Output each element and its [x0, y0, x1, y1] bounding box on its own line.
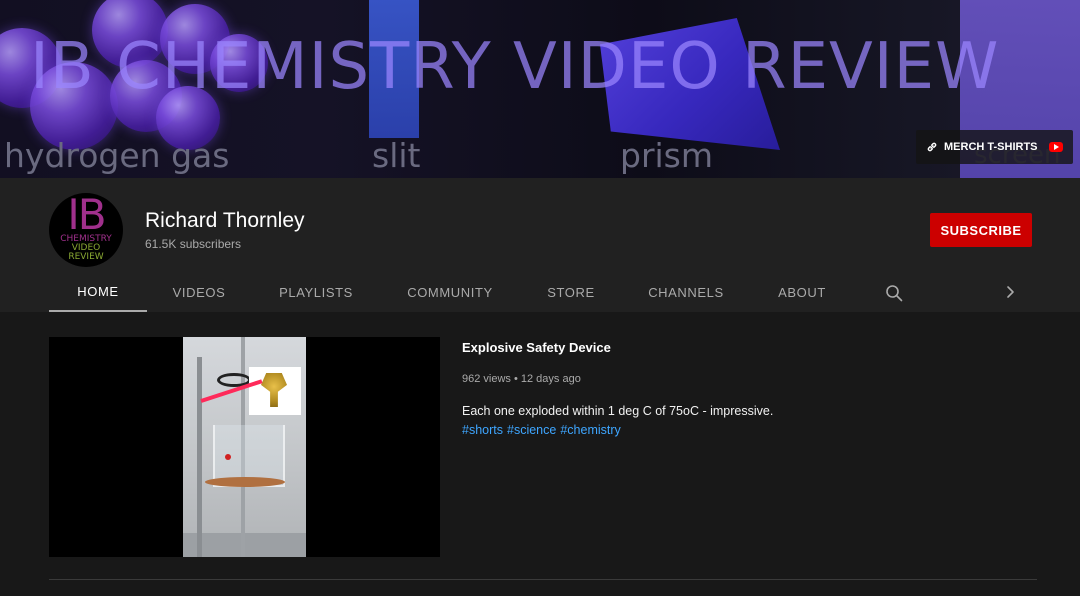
- video-meta: 962 views • 12 days ago: [462, 373, 581, 385]
- tab-channels[interactable]: CHANNELS: [633, 272, 739, 312]
- channel-banner: IB CHEMISTRY VIDEO REVIEW hydrogen gas s…: [0, 0, 1080, 178]
- channel-name: Richard Thornley: [145, 209, 305, 232]
- video-thumbnail: [183, 337, 306, 557]
- banner-label-prism: prism: [620, 136, 714, 175]
- youtube-icon: [1049, 142, 1063, 152]
- section-divider: [49, 579, 1037, 580]
- channel-header: IB CHEMISTRY VIDEO REVIEW Richard Thornl…: [0, 178, 1080, 312]
- tab-home[interactable]: HOME: [49, 272, 147, 312]
- featured-video-section: Explosive Safety Device 962 views • 12 d…: [0, 312, 1080, 596]
- banner-label-hydrogen: hydrogen gas: [4, 136, 230, 175]
- hashtag-link[interactable]: #chemistry: [560, 423, 620, 437]
- chevron-right-icon[interactable]: [1002, 284, 1018, 300]
- tab-community[interactable]: COMMUNITY: [391, 272, 509, 312]
- hashtag-link[interactable]: #science: [507, 423, 556, 437]
- video-hashtags: #shorts #science #chemistry: [462, 423, 625, 437]
- sprinkler-head-image: [261, 373, 287, 407]
- tab-videos[interactable]: VIDEOS: [155, 272, 243, 312]
- video-title[interactable]: Explosive Safety Device: [462, 340, 611, 355]
- channel-tabs: HOME VIDEOS PLAYLISTS COMMUNITY STORE CH…: [49, 272, 1049, 312]
- channel-avatar[interactable]: IB CHEMISTRY VIDEO REVIEW: [49, 193, 123, 267]
- video-description: Each one exploded within 1 deg C of 75oC…: [462, 404, 774, 418]
- video-player[interactable]: [49, 337, 440, 557]
- merch-link[interactable]: MERCH T-SHIRTS: [916, 130, 1073, 164]
- avatar-line-3: REVIEW: [68, 252, 104, 262]
- link-icon: [927, 142, 937, 152]
- subscribe-button[interactable]: SUBSCRIBE: [930, 213, 1032, 247]
- tab-about[interactable]: ABOUT: [761, 272, 843, 312]
- banner-title: IB CHEMISTRY VIDEO REVIEW: [30, 30, 1000, 104]
- banner-label-slit: slit: [372, 136, 421, 175]
- avatar-ib-text: IB: [67, 193, 106, 239]
- thumbnail-stand-rod: [197, 357, 202, 557]
- subscriber-count: 61.5K subscribers: [145, 237, 242, 251]
- tab-playlists[interactable]: PLAYLISTS: [263, 272, 369, 312]
- thumbnail-sprinkler-bulb: [225, 454, 231, 460]
- merch-label: MERCH T-SHIRTS: [944, 141, 1038, 153]
- thumbnail-inset: [249, 367, 301, 415]
- search-icon[interactable]: [885, 284, 903, 302]
- tab-store[interactable]: STORE: [531, 272, 611, 312]
- thumbnail-hotplate: [205, 477, 285, 487]
- hashtag-link[interactable]: #shorts: [462, 423, 503, 437]
